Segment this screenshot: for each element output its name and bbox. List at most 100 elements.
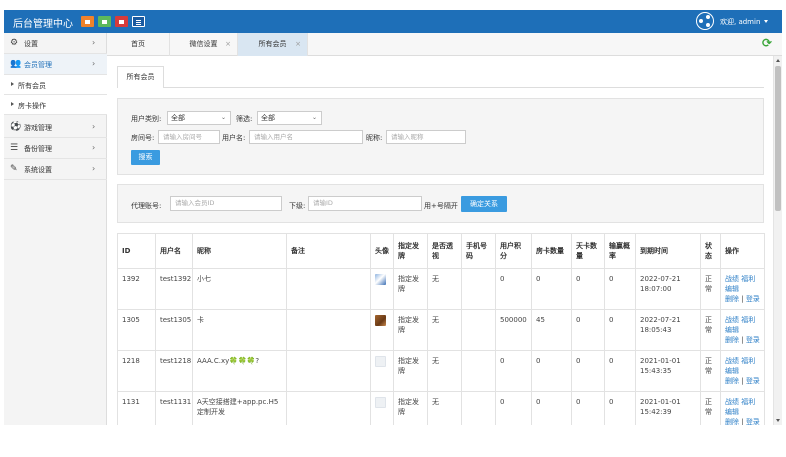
user-type-label: 用户类别: (131, 115, 162, 123)
sidebar-item-label: 系统设置 (24, 166, 52, 174)
col-points: 用户积分 (495, 233, 532, 269)
cell-status: 正常 (700, 309, 721, 351)
bookmark-icon[interactable] (115, 16, 128, 27)
cell-note (286, 350, 371, 392)
welfare-link[interactable]: 福利 (741, 357, 755, 365)
cell-points: 0 (495, 350, 532, 392)
login-link[interactable]: 登录 (746, 295, 760, 303)
edit-link[interactable]: 编辑 (725, 285, 739, 293)
users-icon: 👥 (10, 59, 22, 69)
username-input[interactable]: 请输入用户名 (249, 130, 363, 144)
sidebar-item-system[interactable]: ✎ 系统设置 › (4, 159, 107, 180)
bind-relation-button[interactable]: 确定关系 (461, 196, 507, 212)
battle-link[interactable]: 战绩 (725, 357, 739, 365)
caret-right-icon (11, 82, 14, 86)
sidebar-subitem-room-cards[interactable]: 房卡操作 (4, 95, 107, 115)
cell-avatar (370, 391, 394, 425)
tab-home[interactable]: 首页 (107, 33, 170, 56)
cell-username: test1218 (155, 350, 193, 392)
cell-expire: 2022-07-21 18:05:43 (635, 309, 701, 351)
list-icon[interactable] (132, 16, 145, 27)
tab-bar: 首页 微信设置 × 所有会员 × ⟳ (107, 33, 782, 56)
gears-icon: ⚙ (10, 38, 19, 48)
deal-link[interactable]: 指定发牌 (393, 391, 428, 425)
edit-link[interactable]: 编辑 (725, 367, 739, 375)
cell-points: 0 (495, 391, 532, 425)
battle-link[interactable]: 战绩 (725, 316, 739, 324)
cell-avatar (370, 309, 394, 351)
deal-link[interactable]: 指定发牌 (393, 309, 428, 351)
cell-status: 正常 (700, 350, 721, 392)
deal-link[interactable]: 指定发牌 (393, 268, 428, 310)
delete-link[interactable]: 删除 (725, 336, 739, 344)
cell-actions: 战绩 福利 编辑 删除 | 登录 (720, 268, 765, 310)
login-link[interactable]: 登录 (746, 418, 760, 425)
grid-icon[interactable] (98, 16, 111, 27)
nickname-input[interactable]: 请输入昵称 (386, 130, 466, 144)
cell-phone (461, 309, 496, 351)
sub-id-input[interactable]: 请输ID (308, 196, 422, 211)
sidebar-item-backup[interactable]: ☰ 备份管理 › (4, 138, 107, 159)
battle-link[interactable]: 战绩 (725, 275, 739, 283)
edit-link[interactable]: 编辑 (725, 408, 739, 416)
scrollbar-thumb[interactable] (775, 66, 781, 211)
cell-nickname: A天空接搭建+app.pc.H5定制开发 (192, 391, 287, 425)
col-note: 备注 (286, 233, 371, 269)
delete-link[interactable]: 删除 (725, 295, 739, 303)
search-filter-panel: 用户类别: 全部 ⌄ 筛选: 全部 ⌄ 房间号: 请输入房间号 用户名: 请输入… (117, 98, 764, 175)
cell-phone (461, 350, 496, 392)
members-table: ID 用户名 昵称 备注 头像 指定发牌 是否透视 手机号码 用户积分 房卡数量… (117, 233, 765, 425)
cell-day-cards: 0 (571, 350, 605, 392)
close-icon[interactable]: × (295, 33, 301, 56)
room-input[interactable]: 请输入房间号 (158, 130, 220, 144)
welcome-user[interactable]: 欢迎, admin (720, 17, 760, 27)
nickname-label: 昵称: (366, 134, 383, 142)
edit-link[interactable]: 编辑 (725, 326, 739, 334)
col-day-cards: 天卡数量 (571, 233, 605, 269)
refresh-icon[interactable]: ⟳ (762, 37, 775, 50)
sidebar-item-members[interactable]: 👥 会员管理 › (4, 54, 107, 75)
sidebar-item-games[interactable]: ⚽ 游戏管理 › (4, 117, 107, 138)
col-avatar: 头像 (370, 233, 394, 269)
cell-cards: 0 (531, 350, 572, 392)
page-tab-all-members[interactable]: 所有会员 (117, 66, 164, 88)
sidebar-item-settings[interactable]: ⚙ 设置 › (4, 33, 107, 54)
scroll-down-icon[interactable] (776, 419, 780, 422)
cell-username: test1305 (155, 309, 193, 351)
col-rate: 输赢概率 (604, 233, 636, 269)
delete-link[interactable]: 删除 (725, 377, 739, 385)
login-link[interactable]: 登录 (746, 336, 760, 344)
deal-link[interactable]: 指定发牌 (393, 350, 428, 392)
login-link[interactable]: 登录 (746, 377, 760, 385)
select-value: 全部 (171, 114, 185, 122)
screen-select[interactable]: 全部 ⌄ (257, 111, 322, 125)
tab-all-members[interactable]: 所有会员 × (238, 33, 308, 56)
vertical-scrollbar[interactable] (773, 56, 782, 425)
search-button[interactable]: 搜索 (131, 150, 160, 165)
share-icon[interactable] (696, 12, 714, 30)
cell-status: 正常 (700, 268, 721, 310)
delete-link[interactable]: 删除 (725, 418, 739, 425)
close-icon[interactable]: × (225, 33, 231, 56)
scroll-up-icon[interactable] (776, 59, 780, 62)
sidebar-subitem-all-members[interactable]: 所有会员 (4, 75, 107, 95)
tab-wechat-settings[interactable]: 微信设置 × (170, 33, 238, 56)
cell-avatar (370, 350, 394, 392)
cell-phone (461, 391, 496, 425)
user-menu-caret-icon[interactable] (764, 20, 768, 23)
col-status: 状态 (700, 233, 721, 269)
cell-rate: 0 (604, 391, 636, 425)
welfare-link[interactable]: 福利 (741, 275, 755, 283)
cell-actions: 战绩 福利 编辑 删除 | 登录 (720, 350, 765, 392)
agent-id-input[interactable]: 请输入会员ID (170, 196, 282, 211)
welfare-link[interactable]: 福利 (741, 398, 755, 406)
col-expire: 到期时间 (635, 233, 701, 269)
user-type-select[interactable]: 全部 ⌄ (167, 111, 231, 125)
cell-avatar (370, 268, 394, 310)
cell-username: test1131 (155, 391, 193, 425)
battle-link[interactable]: 战绩 (725, 398, 739, 406)
welfare-link[interactable]: 福利 (741, 316, 755, 324)
chevron-down-icon: ⌄ (220, 114, 226, 121)
home-icon[interactable] (81, 16, 94, 27)
tab-label: 微信设置 (189, 40, 218, 48)
